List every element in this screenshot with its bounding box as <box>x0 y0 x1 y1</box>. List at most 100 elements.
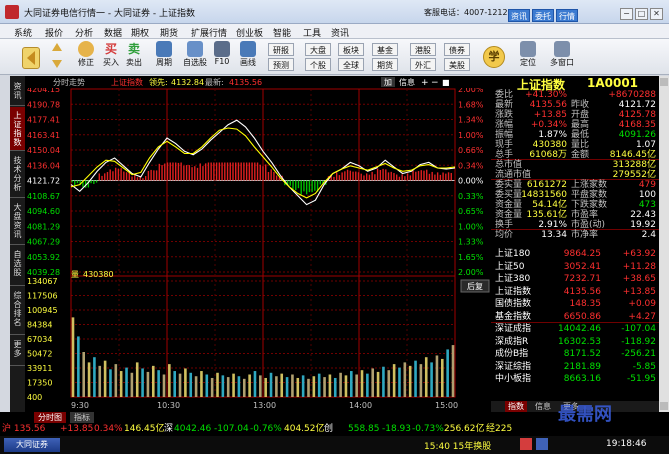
us-stock-button[interactable]: 美股 <box>444 58 470 71</box>
percent-tick-label: 1.00% <box>458 131 484 140</box>
index-row[interactable]: 上证指数 4135.56 +13.85 <box>491 286 659 298</box>
menu-smart[interactable]: 智能 <box>273 26 291 39</box>
menu-data[interactable]: 数据 <box>104 26 122 39</box>
volume-tick-label: 100945 <box>27 306 58 315</box>
index-row-change: +11.28 <box>622 261 656 272</box>
fund-button[interactable]: 基金 <box>372 43 398 56</box>
intraday-chart[interactable]: 4204.15 2.00% 4190.78 1.68% 4177.41 1.34% 4163… <box>25 76 491 412</box>
global-button[interactable]: 全球 <box>338 58 364 71</box>
alert-icon[interactable] <box>520 438 532 450</box>
minimize-icon[interactable]: − <box>620 8 633 20</box>
f10-button[interactable]: F10 <box>210 41 234 66</box>
app-window: 大同证券电信行情一 - 大同证券 - 上证指数 客服电话：4007-121212… <box>0 0 669 454</box>
left-panel-handle[interactable] <box>0 45 10 75</box>
buy-icon: 买 <box>104 42 117 56</box>
menu-analysis[interactable]: 分析 <box>75 26 93 39</box>
tab-more[interactable]: 更多 <box>10 336 25 366</box>
forecast-button[interactable]: 预测 <box>268 58 294 71</box>
scrollbar[interactable] <box>659 76 669 412</box>
stock-button[interactable]: 个股 <box>305 58 331 71</box>
tab-intraday[interactable]: 分时图 <box>34 412 66 423</box>
refresh-button[interactable]: 修正 <box>74 41 98 68</box>
trade-button[interactable]: 委托 <box>532 9 554 22</box>
quote-row: 换手 2.91% 市盈(动) 19.92 <box>491 220 659 230</box>
research-button[interactable]: 研报 <box>268 43 294 56</box>
quote-tab-index[interactable]: 指数 <box>505 401 527 412</box>
bond-button[interactable]: 债券 <box>444 43 470 56</box>
tab-technical[interactable]: 技术分析 <box>10 152 25 198</box>
buy-button[interactable]: 买 买入 <box>99 41 123 68</box>
sell-icon: 卖 <box>127 42 140 56</box>
maximize-icon[interactable]: □ <box>635 8 648 20</box>
index-row[interactable]: 成份B指 8171.52 -256.21 <box>491 348 659 360</box>
message-icon[interactable] <box>536 438 548 450</box>
market-overview-button[interactable]: 大盘 <box>305 43 331 56</box>
hk-stock-button[interactable]: 港股 <box>410 43 436 56</box>
index-row[interactable]: 基金指数 6650.86 +4.27 <box>491 311 659 323</box>
quote-row-label: 总手 <box>495 150 514 160</box>
index-row[interactable]: 中小板指 8663.16 -51.95 <box>491 373 659 385</box>
menu-info[interactable]: 资讯 <box>331 26 349 39</box>
price-tick-label: 4094.60 <box>27 207 60 216</box>
locate-icon <box>520 41 536 57</box>
period-button[interactable]: 周期 <box>152 41 176 68</box>
menu-tools[interactable]: 工具 <box>303 26 321 39</box>
quote-tab-info[interactable]: 信息 <box>535 401 551 412</box>
locate-button[interactable]: 定位 <box>516 41 540 68</box>
scroll-down-arrow-icon[interactable] <box>660 402 668 410</box>
status-bar-2: 大同证券 15:40 15年换股 19:18:46 最需网 <box>0 404 669 454</box>
percent-tick-label: 1.68% <box>458 100 484 109</box>
tab-watchlist[interactable]: 自选股 <box>10 246 25 286</box>
zoom-out-icon: − <box>431 78 439 88</box>
menu-system[interactable]: 系统 <box>14 26 32 39</box>
scroll-up-arrow-icon[interactable] <box>660 78 668 86</box>
menu-quote[interactable]: 报价 <box>45 26 63 39</box>
volume-tick-label: 50472 <box>27 350 52 359</box>
news-button[interactable]: 资讯 <box>508 9 530 22</box>
percent-tick-label: 0.00% <box>458 177 484 186</box>
index-row[interactable]: 深证综指 2181.89 -5.85 <box>491 361 659 373</box>
quote-row-label-2: 市净率 <box>571 230 599 240</box>
index-row[interactable]: 上证50 3052.41 +11.28 <box>491 261 659 273</box>
quote-row-label-2: 平盘家数 <box>571 190 608 200</box>
draw-line-button[interactable]: 画线 <box>236 41 260 68</box>
quote-row-value-2: 4125.78 <box>618 110 656 120</box>
index-row[interactable]: 上证380 7232.71 +38.65 <box>491 273 659 285</box>
menu-options[interactable]: 期权 <box>131 26 149 39</box>
up-arrow-icon[interactable] <box>50 42 64 56</box>
forex-button[interactable]: 外汇 <box>410 58 436 71</box>
futures-button[interactable]: 期货 <box>372 58 398 71</box>
index-row-name: 中小板指 <box>495 374 532 384</box>
tab-ranking[interactable]: 综合排名 <box>10 287 25 335</box>
multi-window-button[interactable]: 多窗口 <box>545 41 579 68</box>
index-row[interactable]: 深证成指 14042.46 -107.04 <box>491 323 659 335</box>
tab-market-news[interactable]: 大盘资讯 <box>10 199 25 245</box>
close-icon[interactable]: ✕ <box>650 8 663 20</box>
down-arrow-icon[interactable] <box>50 57 64 71</box>
menu-futures[interactable]: 期货 <box>160 26 178 39</box>
index-row-price: 3052.41 <box>563 261 601 272</box>
tab-news[interactable]: 资讯 <box>10 78 25 106</box>
menu-chinext[interactable]: 创业板 <box>236 26 263 39</box>
price-tick-label: 4121.72 <box>27 177 60 186</box>
quote-row-value-2: +8670288 <box>608 90 656 100</box>
sector-button[interactable]: 板块 <box>338 43 364 56</box>
tab-indicator[interactable]: 指标 <box>70 412 94 423</box>
tab-shanghai-index[interactable]: 上证指数 <box>10 107 25 151</box>
back-arrow-icon[interactable] <box>22 47 40 69</box>
study-icon[interactable]: 学 <box>483 46 505 68</box>
index-row-change: -5.85 <box>632 361 656 372</box>
watchlist-button[interactable]: 自选股 <box>180 41 210 68</box>
index-row[interactable]: 深成指R 16302.53 -118.92 <box>491 336 659 348</box>
index-row-change: +63.92 <box>622 249 656 259</box>
percent-tick-label: 0.33% <box>458 192 484 201</box>
sell-button[interactable]: 卖 卖出 <box>122 41 146 68</box>
percent-tick-label: 1.34% <box>458 116 484 125</box>
menu-extended[interactable]: 扩展行情 <box>191 26 227 39</box>
index-row-name: 国债指数 <box>495 299 532 309</box>
index-row-change: -107.04 <box>621 324 656 334</box>
index-row[interactable]: 上证180 9864.25 +63.92 <box>491 248 659 260</box>
status-date: 15:40 15年换股 <box>424 442 492 452</box>
index-row[interactable]: 国债指数 148.35 +0.09 <box>491 298 659 310</box>
market-button[interactable]: 行情 <box>556 9 578 22</box>
